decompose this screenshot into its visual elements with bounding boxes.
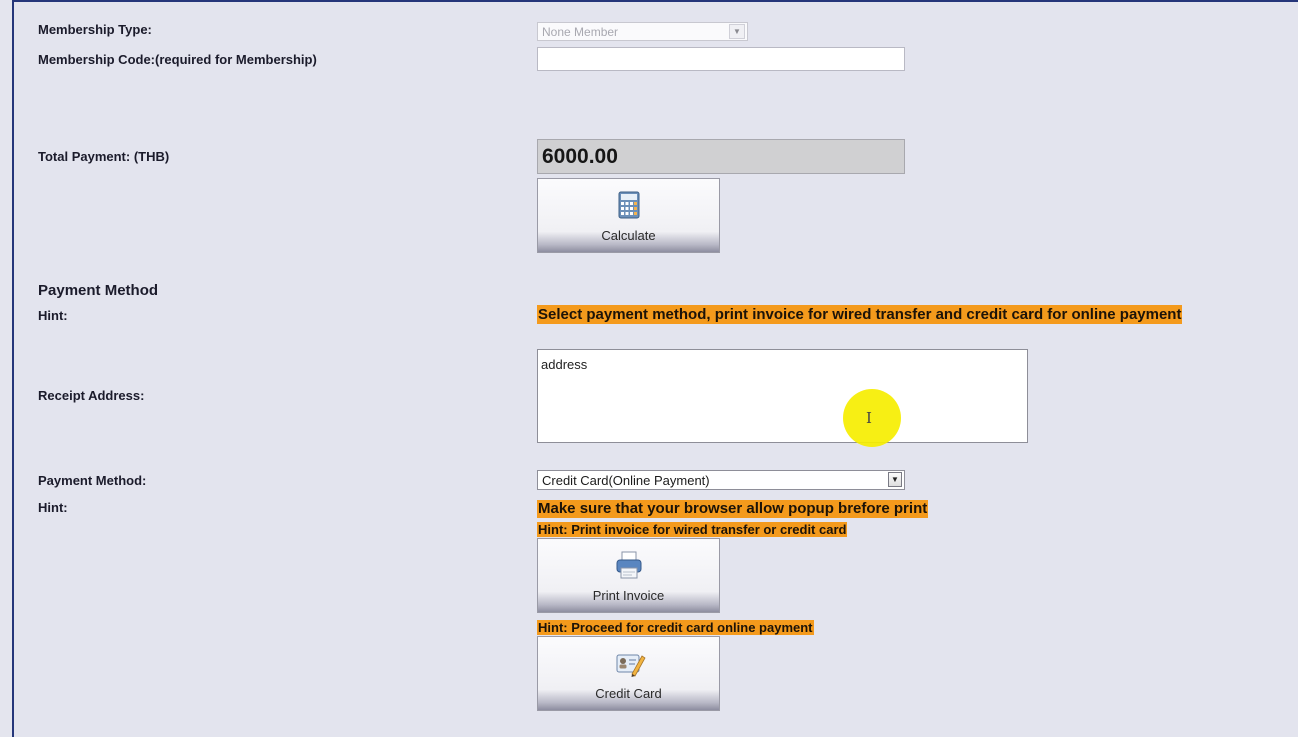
popup-hint: Make sure that your browser allow popup … (537, 500, 929, 518)
calculate-button-label: Calculate (601, 228, 656, 243)
membership-type-value: None Member (542, 25, 619, 39)
credit-card-hint: Hint: Proceed for credit card online pay… (537, 620, 814, 635)
payment-method-value: Credit Card(Online Payment) (542, 473, 710, 488)
payment-method-hint-label: Hint: (38, 500, 68, 515)
membership-code-label: Membership Code:(required for Membership… (38, 52, 317, 67)
print-invoice-hint: Hint: Print invoice for wired transfer o… (537, 522, 848, 537)
credit-card-icon (616, 654, 646, 677)
receipt-address-textarea[interactable]: address (537, 349, 1028, 443)
text-cursor-icon: I (866, 409, 872, 427)
payment-method-select[interactable]: Credit Card(Online Payment) ▼ (537, 470, 905, 490)
payment-method-label: Payment Method: (38, 473, 147, 488)
total-payment-label: Total Payment: (THB) (38, 149, 170, 164)
membership-type-label: Membership Type: (38, 22, 152, 37)
credit-card-label: Credit Card (595, 686, 662, 701)
payment-hint-text: Select payment method, print invoice for… (537, 305, 1183, 324)
print-invoice-label: Print Invoice (592, 588, 665, 603)
total-payment-value: 6000.00 (537, 139, 905, 174)
receipt-address-value: address (541, 357, 588, 372)
print-invoice-button[interactable]: Print Invoice (537, 538, 720, 613)
membership-code-input[interactable] (537, 47, 905, 71)
chevron-down-icon[interactable]: ▼ (888, 472, 902, 487)
chevron-down-icon: ▼ (729, 24, 745, 39)
calculate-button[interactable]: Calculate (537, 178, 720, 253)
payment-method-heading: Payment Method (38, 282, 159, 299)
calculator-icon (618, 191, 639, 219)
payment-hint-label: Hint: (38, 308, 68, 323)
credit-card-button[interactable]: Credit Card (537, 636, 720, 711)
membership-type-select: None Member ▼ (537, 22, 748, 41)
receipt-address-label: Receipt Address: (38, 388, 145, 403)
printer-icon (616, 551, 641, 579)
cursor-highlight (843, 389, 901, 447)
